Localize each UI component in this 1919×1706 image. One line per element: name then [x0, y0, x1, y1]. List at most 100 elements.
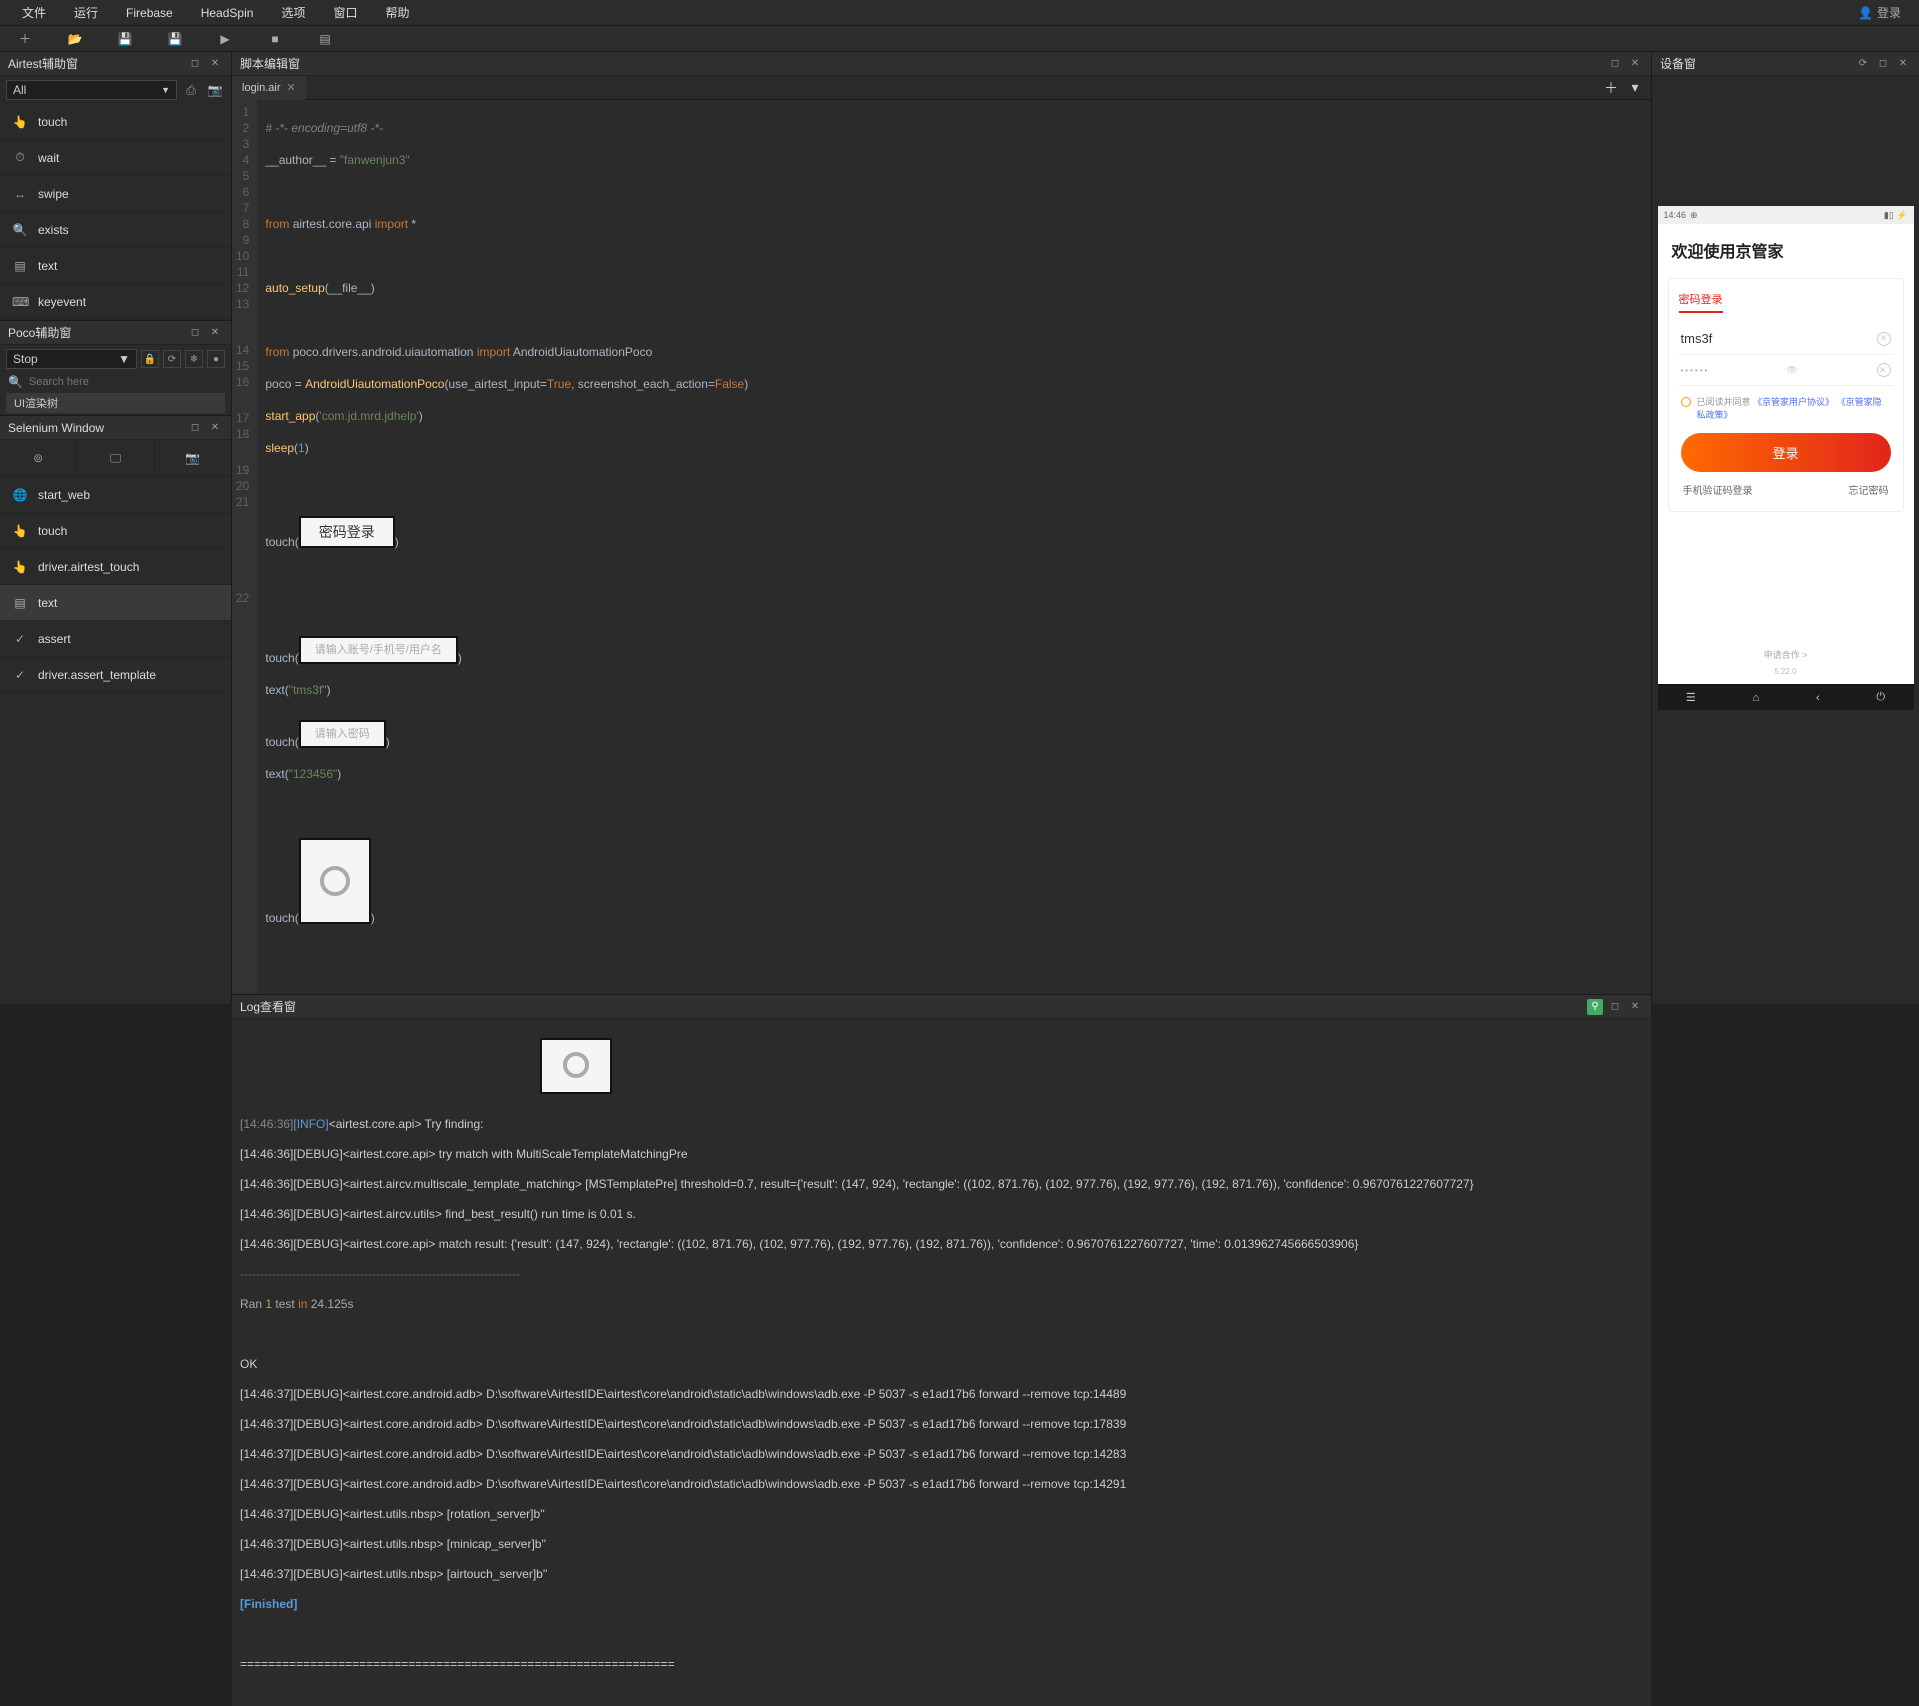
web-icon: 🌐 — [12, 488, 28, 502]
undock-icon[interactable]: ◻ — [187, 420, 203, 436]
tab-menu-icon[interactable]: ▾ — [1625, 78, 1645, 98]
phone-username-input[interactable]: tms3f ✕ — [1679, 323, 1893, 355]
nav-back-icon[interactable]: ‹ — [1816, 692, 1820, 704]
cmd-touch[interactable]: 👆touch — [0, 104, 231, 140]
close-icon[interactable]: ✕ — [207, 56, 223, 72]
undock-icon[interactable]: ◻ — [187, 325, 203, 341]
sel-start-web[interactable]: 🌐start_web — [0, 477, 231, 513]
exists-icon: 🔍 — [12, 223, 28, 237]
poco-tree-root[interactable]: UI渲染树 — [6, 393, 225, 413]
menu-file[interactable]: 文件 — [8, 0, 60, 25]
new-file-button[interactable]: ＋ — [0, 26, 50, 52]
poco-refresh-icon[interactable]: ⟳ — [163, 350, 181, 368]
nav-menu-icon[interactable]: ☰ — [1686, 691, 1696, 704]
template-image-1[interactable]: 密码登录 — [299, 516, 395, 548]
nav-home-icon[interactable]: ⌂ — [1753, 692, 1760, 704]
close-tab-icon[interactable]: ✕ — [287, 81, 296, 94]
close-icon[interactable]: ✕ — [207, 420, 223, 436]
undock-icon[interactable]: ◻ — [187, 56, 203, 72]
save-all-button[interactable]: 💾 — [150, 26, 200, 52]
user-icon: 👤 — [1858, 6, 1873, 20]
poco-record-icon[interactable]: ● — [207, 350, 225, 368]
battery-icon: ▮▯ ⚡ — [1884, 210, 1908, 221]
undock-icon[interactable]: ◻ — [1875, 56, 1891, 72]
sms-login-link[interactable]: 手机验证码登录 — [1683, 482, 1753, 497]
poco-panel: Poco辅助窗 ◻ ✕ Stop▼ 🔒 ⟳ ❄ ● 🔍 UI渲染树 — [0, 320, 231, 415]
nav-power-icon[interactable]: ⏻ — [1876, 691, 1885, 704]
terms-checkbox[interactable] — [1681, 397, 1691, 407]
sel-text[interactable]: ▤text — [0, 585, 231, 621]
menu-run[interactable]: 运行 — [60, 0, 112, 25]
login-button[interactable]: 👤 登录 — [1848, 0, 1911, 25]
capture-icon[interactable]: ⎙ — [181, 80, 201, 100]
cmd-exists[interactable]: 🔍exists — [0, 212, 231, 248]
code-editor[interactable]: 123456789101112 131415 1617 181920 2122 … — [232, 100, 1651, 994]
poco-freeze-icon[interactable]: ❄ — [185, 350, 203, 368]
swipe-icon: ↔ — [12, 187, 28, 201]
sel-assert[interactable]: ✓assert — [0, 621, 231, 657]
cmd-keyevent[interactable]: ⌨keyevent — [0, 284, 231, 320]
eye-icon[interactable]: 👁 — [1786, 363, 1800, 377]
sel-browser-icon[interactable]: ⊚ — [0, 440, 77, 476]
template-image-2[interactable]: 请输入账号/手机号/用户名 — [299, 636, 458, 664]
airtest-panel-title: Airtest辅助窗 — [8, 55, 78, 72]
cmd-wait[interactable]: ⏱wait — [0, 140, 231, 176]
poco-search-input[interactable] — [29, 376, 223, 388]
log-output[interactable]: [14:46:36][INFO]<airtest.core.api> Try f… — [232, 1019, 1651, 1706]
close-icon[interactable]: ✕ — [207, 325, 223, 341]
close-icon[interactable]: ✕ — [1627, 56, 1643, 72]
airtest-panel: Airtest辅助窗 ◻ ✕ All▼ ⎙ 📷 👆touch ⏱wait ↔sw… — [0, 52, 231, 320]
clear-icon[interactable]: ✕ — [1877, 363, 1891, 377]
phone-login-button[interactable]: 登录 — [1681, 433, 1891, 472]
undock-icon[interactable]: ◻ — [1607, 56, 1623, 72]
menu-window[interactable]: 窗口 — [319, 0, 371, 25]
poco-lock-icon[interactable]: 🔒 — [141, 350, 159, 368]
status-time: 14:46 — [1664, 210, 1687, 220]
assert-icon: ✓ — [12, 632, 28, 646]
sel-camera-icon[interactable]: 📷 — [155, 440, 231, 476]
undock-icon[interactable]: ◻ — [1607, 999, 1623, 1015]
cmd-text[interactable]: ▤text — [0, 248, 231, 284]
template-image-3[interactable]: 请输入密码 — [299, 720, 386, 748]
terms-link-1[interactable]: 《京管家用户协议》 — [1753, 397, 1834, 407]
forgot-password-link[interactable]: 忘记密码 — [1849, 482, 1889, 497]
device-screen[interactable]: 14:46 ⊕ ▮▯ ⚡ 欢迎使用京管家 密码登录 tms3f ✕ ••••••… — [1658, 206, 1914, 710]
sel-touch[interactable]: 👆touch — [0, 513, 231, 549]
poco-mode-combo[interactable]: Stop▼ — [6, 349, 137, 369]
menu-headspin[interactable]: HeadSpin — [187, 2, 268, 24]
close-icon[interactable]: ✕ — [1895, 56, 1911, 72]
log-panel: Log查看窗 ⚲ ◻ ✕ [14:46:36][INFO]<airtest.co… — [232, 995, 1651, 1706]
wait-icon: ⏱ — [12, 150, 28, 165]
close-icon[interactable]: ✕ — [1627, 999, 1643, 1015]
menu-help[interactable]: 帮助 — [371, 0, 423, 25]
log-title: Log查看窗 — [240, 998, 296, 1015]
stop-button[interactable]: ■ — [250, 26, 300, 52]
phone-password-input[interactable]: •••••• 👁 ✕ — [1679, 355, 1893, 386]
phone-login-tab[interactable]: 密码登录 — [1679, 291, 1723, 313]
sel-airtest-touch[interactable]: 👆driver.airtest_touch — [0, 549, 231, 585]
clear-icon[interactable]: ✕ — [1877, 332, 1891, 346]
sel-assert-template[interactable]: ✓driver.assert_template — [0, 657, 231, 693]
terms-text: 已阅读并同意 《京管家用户协议》 《京管家隐私政策》 — [1697, 396, 1891, 421]
save-button[interactable]: 💾 — [100, 26, 150, 52]
menu-firebase[interactable]: Firebase — [112, 2, 187, 24]
touch-icon: 👆 — [12, 560, 28, 574]
record-icon[interactable]: 📷 — [205, 80, 225, 100]
filter-icon[interactable]: ⚲ — [1587, 999, 1603, 1015]
device-refresh-icon[interactable]: ⟳ — [1855, 56, 1871, 72]
editor-title: 脚本编辑窗 — [240, 55, 300, 72]
template-image-4[interactable] — [299, 838, 371, 924]
airtest-category-combo[interactable]: All▼ — [6, 80, 177, 100]
editor-tab[interactable]: login.air ✕ — [232, 76, 306, 100]
run-button[interactable]: ▶ — [200, 26, 250, 52]
open-file-button[interactable]: 📂 — [50, 26, 100, 52]
menu-options[interactable]: 选项 — [267, 0, 319, 25]
keyevent-icon: ⌨ — [12, 295, 28, 309]
report-button[interactable]: ▤ — [300, 26, 350, 52]
text-icon: ▤ — [12, 596, 28, 610]
cmd-swipe[interactable]: ↔swipe — [0, 176, 231, 212]
new-tab-button[interactable]: ＋ — [1601, 78, 1621, 98]
coop-link[interactable]: 申请合作 > — [1658, 518, 1914, 667]
device-title: 设备窗 — [1660, 55, 1696, 72]
sel-screen-icon[interactable]: 🖵 — [77, 440, 154, 476]
